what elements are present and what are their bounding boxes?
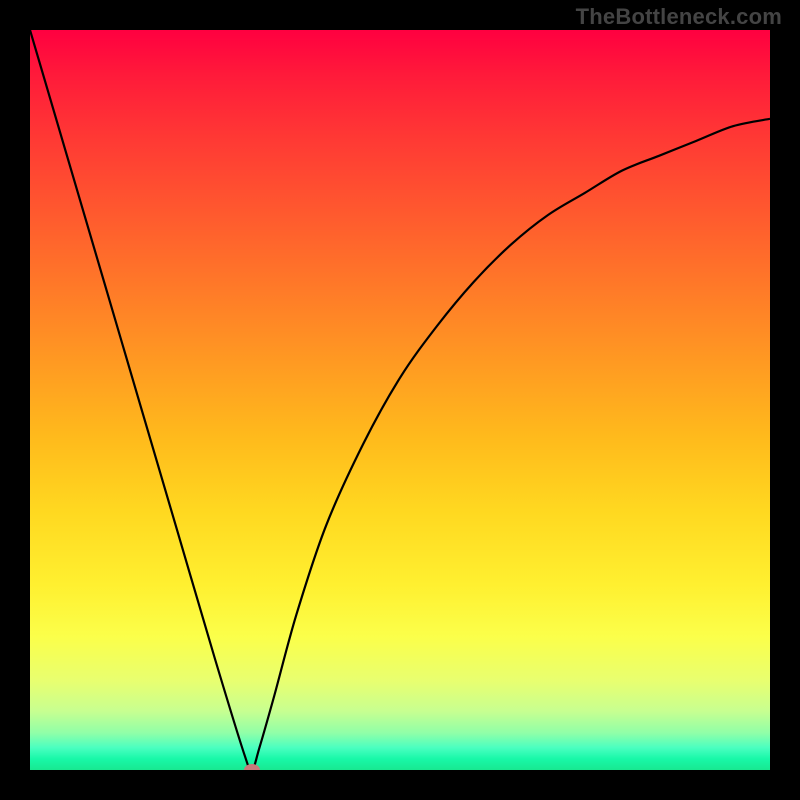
curve-path <box>30 30 770 770</box>
plot-area <box>30 30 770 770</box>
bottleneck-curve <box>30 30 770 770</box>
watermark-text: TheBottleneck.com <box>576 4 782 30</box>
optimum-marker-icon <box>244 764 260 770</box>
chart-frame: TheBottleneck.com <box>0 0 800 800</box>
